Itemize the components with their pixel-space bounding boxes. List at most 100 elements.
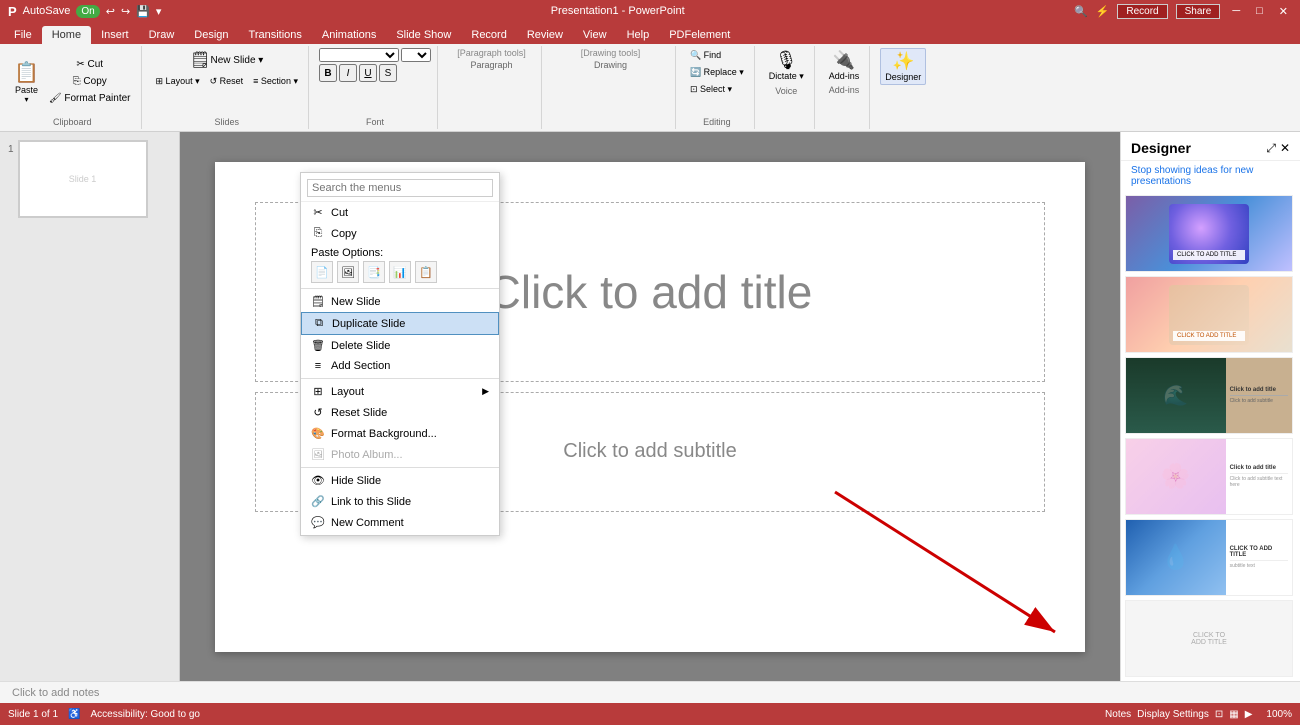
reset-button[interactable]: ↺ Reset: [206, 74, 248, 89]
copy-button[interactable]: ⎘ Copy: [45, 74, 135, 89]
slide-info: Slide 1 of 1: [8, 709, 58, 720]
ribbon-group-addins: 🔌 Add-ins Add-ins: [819, 46, 871, 129]
designer-header-actions: ⤢ ✕: [1266, 141, 1290, 156]
tab-pdfelement[interactable]: PDFelement: [659, 26, 740, 44]
strikethrough-button[interactable]: S: [379, 64, 397, 82]
tab-insert[interactable]: Insert: [91, 26, 139, 44]
fit-slide-icon[interactable]: ⊡: [1215, 709, 1223, 720]
template-4[interactable]: 🌸 Click to add title Click to add subtit…: [1125, 438, 1293, 515]
layout-button[interactable]: ⊞ Layout ▾: [152, 74, 204, 89]
context-hide-slide[interactable]: 👁 Hide Slide: [301, 470, 499, 491]
save-icon[interactable]: 💾: [136, 5, 150, 18]
paste-button[interactable]: 📋 Paste ▾: [10, 58, 43, 106]
template-1[interactable]: CLICK TO ADD TITLE: [1125, 195, 1293, 272]
context-duplicate-slide[interactable]: ⧉ Duplicate Slide: [301, 312, 499, 335]
context-format-bg[interactable]: 🎨 Format Background...: [301, 423, 499, 444]
notes-text[interactable]: Click to add notes: [12, 687, 99, 699]
undo-icon[interactable]: ↩: [106, 5, 115, 18]
cut-button[interactable]: ✂ Cut: [45, 57, 135, 72]
context-reset-slide[interactable]: ↺ Reset Slide: [301, 402, 499, 423]
find-button[interactable]: 🔍 Find: [686, 48, 725, 63]
context-new-comment[interactable]: 💬 New Comment: [301, 512, 499, 533]
more-icon[interactable]: ▾: [156, 5, 162, 18]
drawing-controls: [Drawing tools]: [581, 48, 641, 58]
paste-icon-2[interactable]: 🖼: [337, 261, 359, 283]
font-size-select[interactable]: [401, 48, 431, 62]
context-delete-slide[interactable]: 🗑 Delete Slide: [301, 335, 499, 356]
view-slideshow-icon[interactable]: ▶: [1245, 709, 1253, 720]
designer-panel: Designer ⤢ ✕ Stop showing ideas for new …: [1120, 132, 1300, 681]
select-button[interactable]: ⊡ Select ▾: [686, 82, 736, 97]
context-copy-label: Copy: [331, 228, 357, 240]
tab-animations[interactable]: Animations: [312, 26, 386, 44]
template-3[interactable]: 🌊 Click to add title Click to add subtit…: [1125, 357, 1293, 434]
designer-link[interactable]: Stop showing ideas for new presentations: [1121, 161, 1300, 191]
restore-button[interactable]: □: [1252, 5, 1267, 17]
share-button[interactable]: Share: [1176, 4, 1221, 19]
paste-icon-4[interactable]: 📊: [389, 261, 411, 283]
tab-design[interactable]: Design: [184, 26, 238, 44]
context-new-slide[interactable]: 🗒 New Slide: [301, 291, 499, 312]
new-slide-button[interactable]: 🗒 New Slide ▾: [186, 48, 267, 72]
accessibility-status[interactable]: Accessibility: Good to go: [91, 709, 201, 720]
clipboard-label: Clipboard: [53, 117, 92, 127]
context-copy[interactable]: ⎘ Copy: [301, 223, 499, 244]
format-bg-icon: 🎨: [311, 427, 325, 440]
template-6[interactable]: CLICK TOADD TITLE: [1125, 600, 1293, 677]
zoom-level: 100%: [1266, 709, 1292, 720]
font-family-select[interactable]: [319, 48, 399, 62]
slide-thumbnail[interactable]: Slide 1: [18, 140, 148, 218]
format-painter-button[interactable]: 🖌 Format Painter: [45, 91, 135, 106]
context-link-slide[interactable]: 🔗 Link to this Slide: [301, 491, 499, 512]
status-left: Slide 1 of 1 ♿ Accessibility: Good to go: [8, 709, 200, 720]
context-add-section[interactable]: ≡ Add Section: [301, 356, 499, 376]
tab-slideshow[interactable]: Slide Show: [386, 26, 461, 44]
tab-transitions[interactable]: Transitions: [239, 26, 312, 44]
template-2[interactable]: CLICK TO ADD TITLE: [1125, 276, 1293, 353]
ribbon: 📋 Paste ▾ ✂ Cut ⎘ Copy 🖌 Format Painter …: [0, 44, 1300, 132]
title-bar-right: 🔍 ⚡ Record Share ─ □ ✕: [1074, 4, 1292, 19]
replace-button[interactable]: 🔄 Replace ▾: [686, 65, 748, 80]
paste-icon-3[interactable]: 📑: [363, 261, 385, 283]
addins-button[interactable]: 🔌 Add-ins: [825, 48, 864, 83]
close-button[interactable]: ✕: [1275, 5, 1292, 18]
paste-icon-5[interactable]: 📋: [415, 261, 437, 283]
tab-record[interactable]: Record: [461, 26, 516, 44]
underline-button[interactable]: U: [359, 64, 377, 82]
tab-home[interactable]: Home: [42, 26, 91, 44]
tab-help[interactable]: Help: [617, 26, 660, 44]
sep-3: [301, 467, 499, 468]
search-icon[interactable]: 🔍: [1074, 5, 1088, 18]
redo-icon[interactable]: ↪: [121, 5, 130, 18]
paste-icon-1[interactable]: 📄: [311, 261, 333, 283]
copilot-icon[interactable]: ⚡: [1096, 5, 1110, 18]
canvas-area: Click to add title Click to add subtitle: [180, 132, 1120, 681]
designer-expand-icon[interactable]: ⤢: [1266, 141, 1276, 156]
display-settings-btn[interactable]: Display Settings: [1137, 709, 1209, 720]
tab-review[interactable]: Review: [517, 26, 573, 44]
slide-small-group: ⊞ Layout ▾ ↺ Reset ≡ Section ▾: [152, 74, 302, 89]
designer-close-icon[interactable]: ✕: [1280, 141, 1290, 156]
minimize-button[interactable]: ─: [1228, 5, 1244, 17]
section-button[interactable]: ≡ Section ▾: [249, 74, 302, 89]
tab-view[interactable]: View: [573, 26, 617, 44]
designer-ribbon-button[interactable]: ✨ Designer: [880, 48, 926, 85]
slide-panel: 1 Slide 1: [0, 132, 180, 681]
context-search-input[interactable]: [307, 179, 493, 197]
record-button[interactable]: Record: [1117, 4, 1167, 19]
context-cut[interactable]: ✂ Cut: [301, 202, 499, 223]
template-5[interactable]: 💧 Click to add title subtitle text: [1125, 519, 1293, 596]
bold-button[interactable]: B: [319, 64, 337, 82]
context-add-section-label: Add Section: [331, 360, 390, 372]
slide-subtitle-text: Click to add subtitle: [563, 440, 736, 463]
autosave-toggle[interactable]: On: [76, 5, 99, 18]
view-normal-icon[interactable]: ▦: [1229, 709, 1238, 720]
italic-button[interactable]: I: [339, 64, 357, 82]
context-layout[interactable]: ⊞ Layout ▶: [301, 381, 499, 402]
notes-status-btn[interactable]: Notes: [1105, 709, 1131, 720]
ribbon-group-voice: 🎙 Dictate ▾ Voice: [759, 46, 815, 129]
ribbon-group-slides: 🗒 New Slide ▾ ⊞ Layout ▾ ↺ Reset ≡ Secti…: [146, 46, 309, 129]
tab-draw[interactable]: Draw: [139, 26, 185, 44]
tab-file[interactable]: File: [4, 26, 42, 44]
dictate-button[interactable]: 🎙 Dictate ▾: [765, 48, 808, 84]
